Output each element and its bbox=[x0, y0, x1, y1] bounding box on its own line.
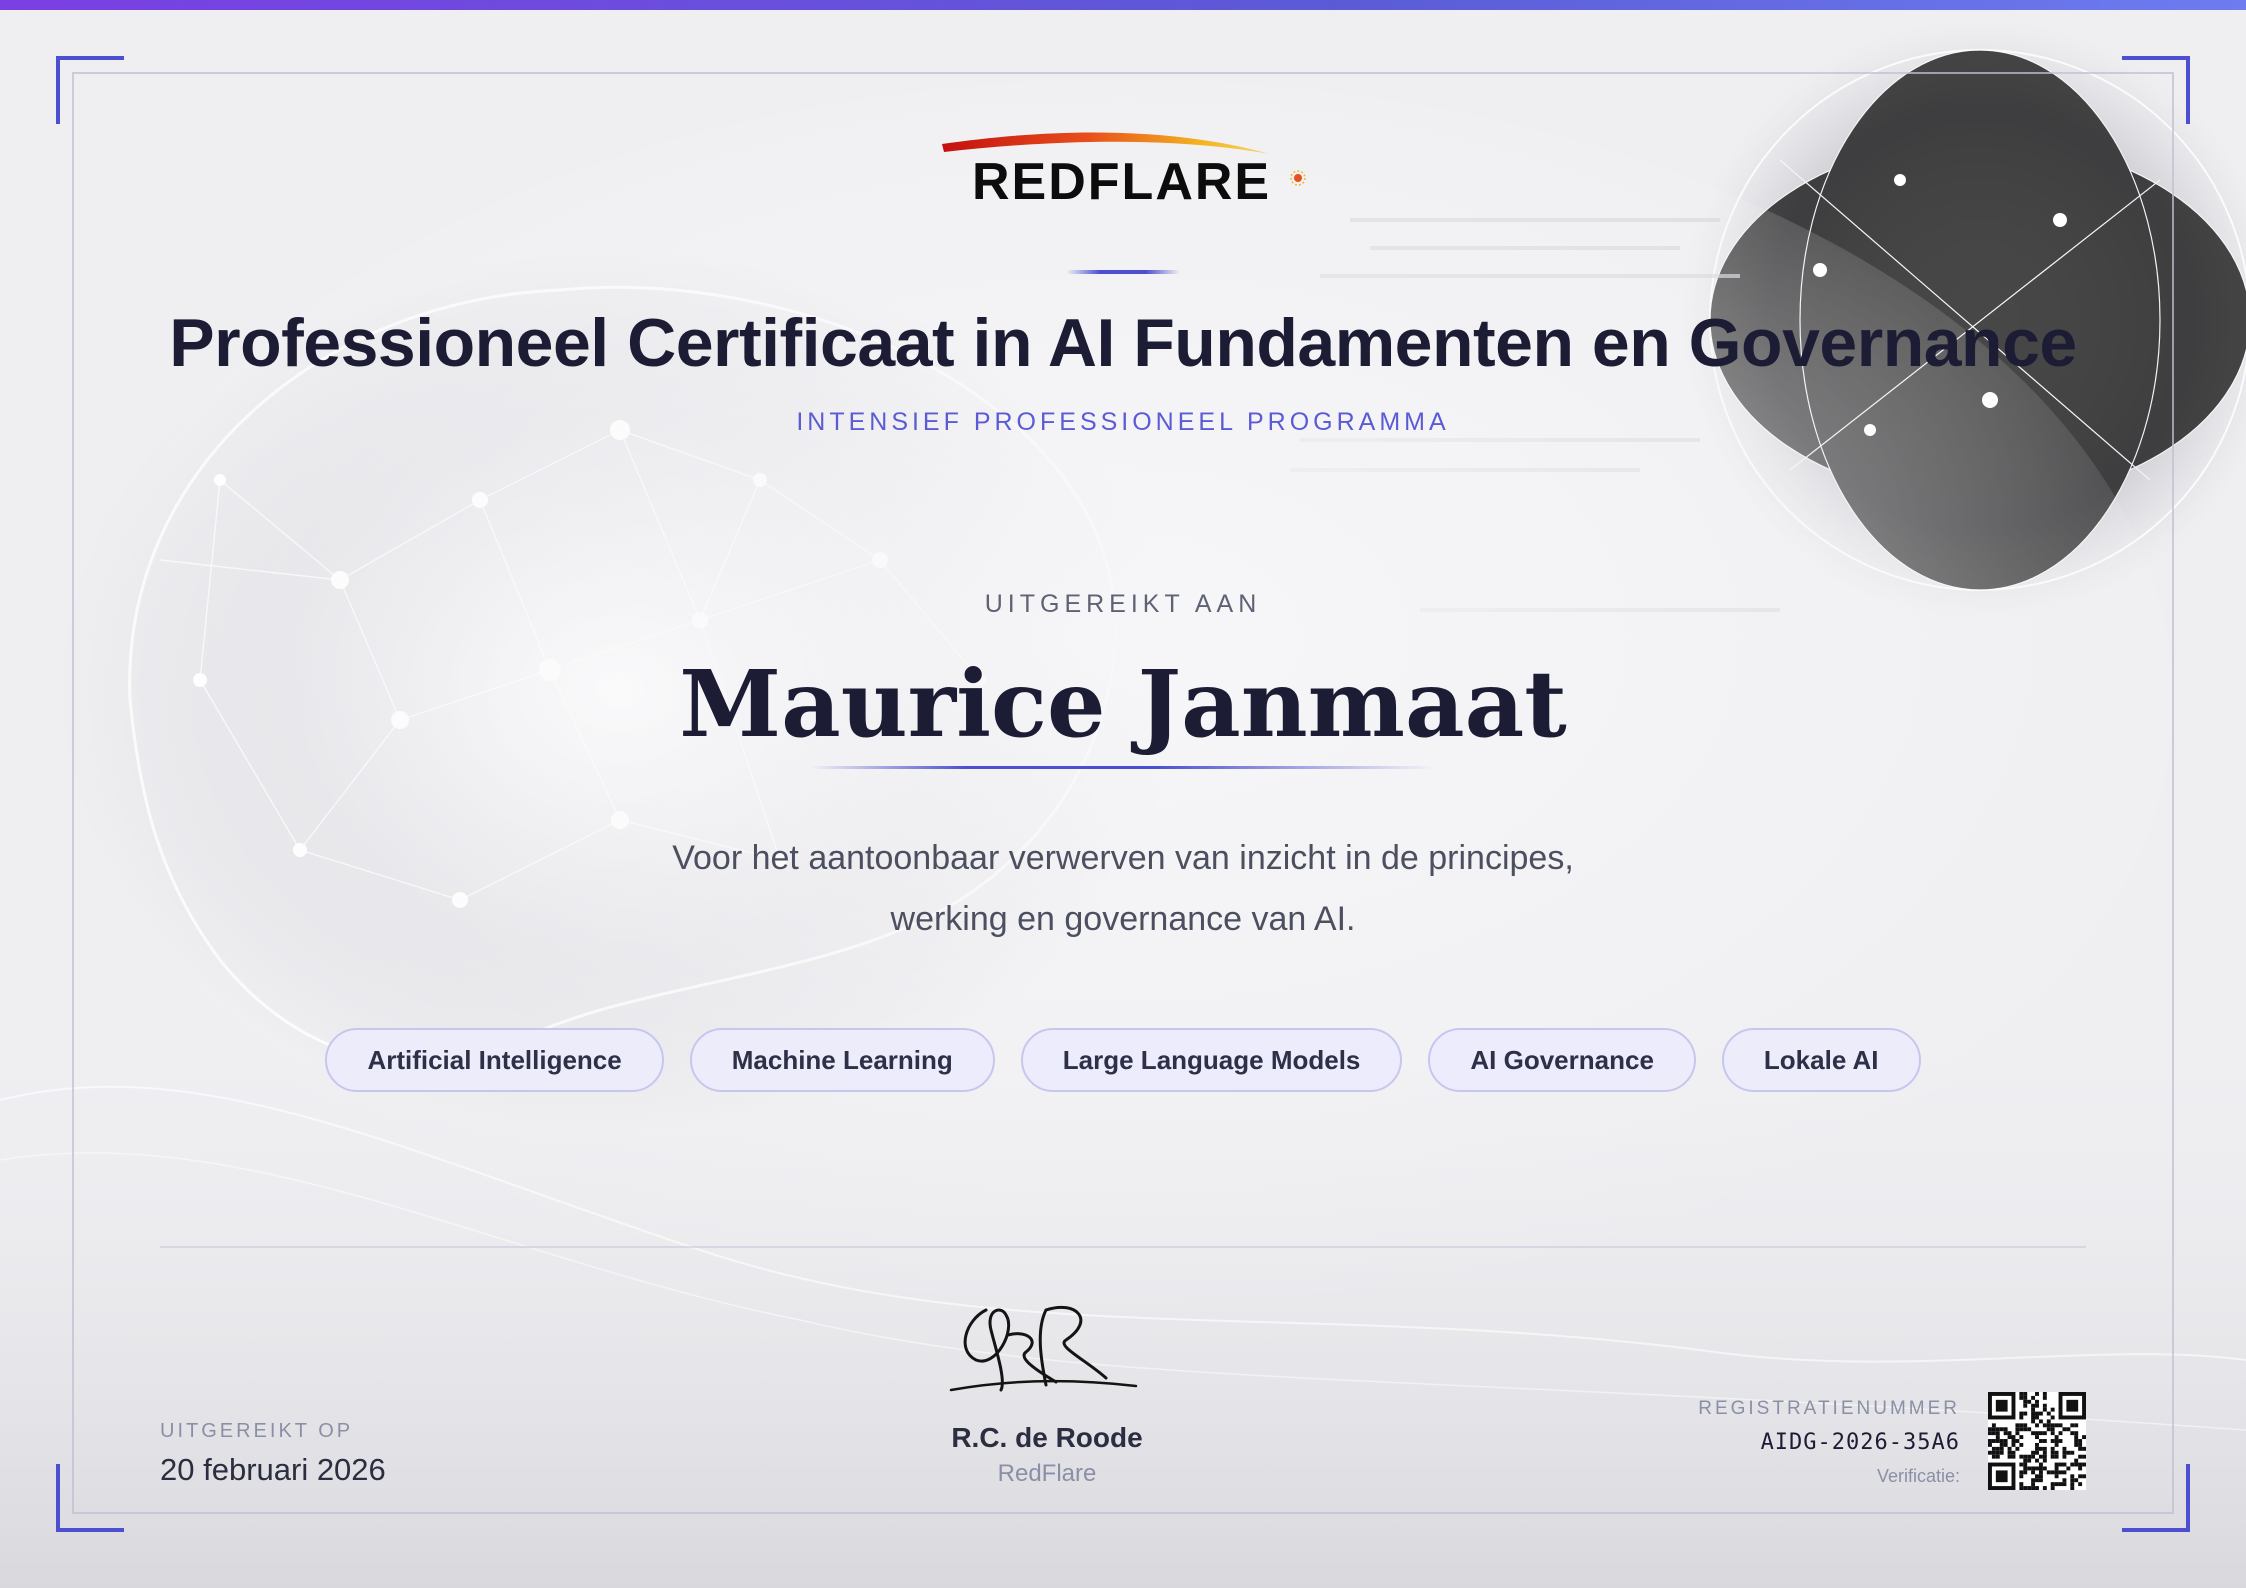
top-accent-bar bbox=[0, 0, 2246, 10]
logo-wordmark: REDFLARE bbox=[972, 153, 1272, 211]
description-line-2: werking en governance van AI. bbox=[890, 900, 1356, 938]
signer-name: R.C. de Roode bbox=[951, 1422, 1143, 1453]
certificate-description: Voor het aantoonbaar verwerven van inzic… bbox=[560, 828, 1686, 950]
topic-tag: Artificial Intelligence bbox=[325, 1028, 664, 1092]
registration-number: AIDG-2026-35A6 bbox=[1760, 1430, 1960, 1455]
verification-label: Verificatie: bbox=[1876, 1466, 1960, 1486]
registration-label: REGISTRATIENUMMER bbox=[1698, 1398, 1960, 1419]
corner-ornament-top-left bbox=[56, 56, 124, 124]
issued-on-label: UITGEREIKT OP bbox=[160, 1420, 354, 1442]
topic-tag: Lokale AI bbox=[1721, 1028, 1921, 1092]
signature bbox=[949, 1305, 1138, 1392]
topic-tag: AI Governance bbox=[1428, 1028, 1696, 1092]
issued-on-date: 20 februari 2026 bbox=[160, 1452, 386, 1487]
corner-ornament-bottom-right bbox=[2122, 1464, 2190, 1532]
issued-to-label: UITGEREIKT AAN bbox=[984, 590, 1262, 618]
title-divider bbox=[1066, 270, 1180, 274]
footer-divider bbox=[160, 1246, 2086, 1248]
topic-tag: Machine Learning bbox=[689, 1028, 995, 1092]
topic-tags: Artificial Intelligence Machine Learning… bbox=[0, 1028, 2246, 1096]
certificate-title: Professioneel Certificaat in AI Fundamen… bbox=[169, 305, 2077, 381]
redflare-logo: REDFLARE bbox=[930, 122, 1310, 212]
corner-ornament-top-right bbox=[2122, 56, 2190, 124]
certificate-subtitle: INTENSIEF PROFESSIONEEL PROGRAMMA bbox=[796, 408, 1450, 436]
signer-organization: RedFlare bbox=[997, 1460, 1097, 1487]
corner-ornament-bottom-left bbox=[56, 1464, 124, 1532]
description-line-1: Voor het aantoonbaar verwerven van inzic… bbox=[672, 839, 1574, 877]
recipient-underline bbox=[810, 766, 1436, 769]
qr-code-icon[interactable] bbox=[1988, 1392, 2086, 1490]
recipient-name: Maurice Janmaat bbox=[679, 650, 1567, 758]
topic-tag: Large Language Models bbox=[1020, 1028, 1403, 1092]
